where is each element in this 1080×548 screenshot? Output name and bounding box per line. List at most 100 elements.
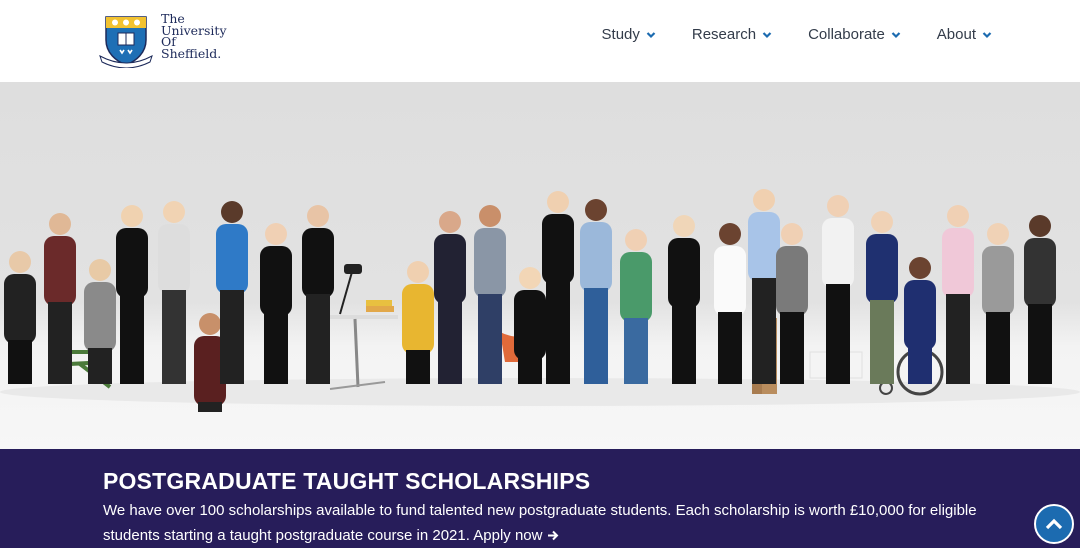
person-legs — [908, 346, 932, 384]
person-torso — [580, 222, 612, 292]
chevron-down-icon — [891, 31, 901, 38]
chevron-up-icon — [1045, 518, 1063, 530]
person-torso — [942, 228, 974, 298]
person-legs — [264, 312, 288, 384]
person-legs — [120, 294, 144, 384]
person-torso — [260, 246, 292, 316]
person-torso — [866, 234, 898, 304]
person-head — [987, 223, 1009, 245]
nav-about[interactable]: About — [937, 26, 992, 43]
chevron-down-icon — [646, 31, 656, 38]
person-torso — [514, 290, 546, 360]
person-legs — [48, 302, 72, 384]
person-legs — [306, 294, 330, 384]
person-torso — [982, 246, 1014, 316]
person-legs — [220, 290, 244, 384]
person-head — [89, 259, 111, 281]
person-head — [625, 229, 647, 251]
person-torso — [776, 246, 808, 316]
person-torso — [822, 218, 854, 288]
university-wordmark: The University Of Sheffield. — [161, 13, 227, 59]
university-logo[interactable]: The University Of Sheffield. — [98, 12, 238, 72]
crest-icon — [99, 16, 153, 68]
person-head — [9, 251, 31, 273]
person-torso — [158, 224, 190, 294]
person-head — [909, 257, 931, 279]
person-legs — [780, 312, 804, 384]
person-torso — [4, 274, 36, 344]
person-legs — [478, 294, 502, 384]
chevron-down-icon — [982, 31, 992, 38]
person-legs — [518, 356, 542, 384]
person-head — [827, 195, 849, 217]
person-legs — [162, 290, 186, 384]
main-navigation: Study Research Collaborate About — [602, 26, 992, 43]
banner-text: We have over 100 scholarships available … — [103, 498, 983, 548]
person-torso — [216, 224, 248, 294]
person-head — [753, 189, 775, 211]
person-torso — [668, 238, 700, 308]
person-head — [673, 215, 695, 237]
person-head — [163, 201, 185, 223]
nav-label: About — [936, 26, 976, 43]
person-torso — [1024, 238, 1056, 308]
person-head — [585, 199, 607, 221]
person-legs — [198, 402, 222, 412]
person-head — [479, 205, 501, 227]
banner-title: POSTGRADUATE TAUGHT SCHOLARSHIPS — [103, 468, 591, 494]
person-head — [781, 223, 803, 245]
apply-now-link[interactable]: Apply now — [473, 527, 559, 544]
person-legs — [1028, 304, 1052, 384]
person-head — [719, 223, 741, 245]
person-legs — [986, 312, 1010, 384]
nav-label: Research — [691, 26, 757, 43]
person-legs — [546, 280, 570, 384]
person-head — [947, 205, 969, 227]
wordmark-line: Sheffield. — [161, 45, 222, 61]
person-torso — [84, 282, 116, 352]
person-legs — [406, 350, 430, 384]
person-head — [121, 205, 143, 227]
person-legs — [752, 278, 776, 384]
person-torso — [434, 234, 466, 304]
nav-collaborate[interactable]: Collaborate — [808, 26, 901, 43]
person-head — [221, 201, 243, 223]
nav-study[interactable]: Study — [602, 26, 656, 43]
person-legs — [88, 348, 112, 384]
chevron-down-icon — [762, 31, 772, 38]
site-header: The University Of Sheffield. Study Resea… — [0, 0, 1080, 82]
person-head — [49, 213, 71, 235]
person-torso — [620, 252, 652, 322]
person-torso — [748, 212, 780, 282]
person-torso — [714, 246, 746, 316]
person-legs — [946, 294, 970, 384]
person-legs — [584, 288, 608, 384]
nav-research[interactable]: Research — [692, 26, 772, 43]
person-legs — [672, 304, 696, 384]
nav-label: Collaborate — [808, 26, 885, 43]
scholarship-banner: POSTGRADUATE TAUGHT SCHOLARSHIPS We have… — [0, 449, 1080, 548]
nav-label: Study — [601, 26, 640, 43]
person-torso — [402, 284, 434, 354]
person-legs — [624, 318, 648, 384]
person-legs — [8, 340, 32, 384]
person-torso — [44, 236, 76, 306]
person-legs — [870, 300, 894, 384]
person-legs — [718, 312, 742, 384]
person-head — [519, 267, 541, 289]
students-group-photo — [0, 189, 1080, 412]
person-legs — [826, 284, 850, 384]
apply-now-label: Apply now — [473, 527, 543, 544]
person-head — [307, 205, 329, 227]
person-head — [407, 261, 429, 283]
person-head — [871, 211, 893, 233]
person-head — [265, 223, 287, 245]
person-head — [439, 211, 461, 233]
person-head — [1029, 215, 1051, 237]
person-torso — [474, 228, 506, 298]
person-head — [547, 191, 569, 213]
scroll-to-top-button[interactable] — [1034, 504, 1074, 544]
person-torso — [302, 228, 334, 298]
person-torso — [904, 280, 936, 350]
person-torso — [542, 214, 574, 284]
